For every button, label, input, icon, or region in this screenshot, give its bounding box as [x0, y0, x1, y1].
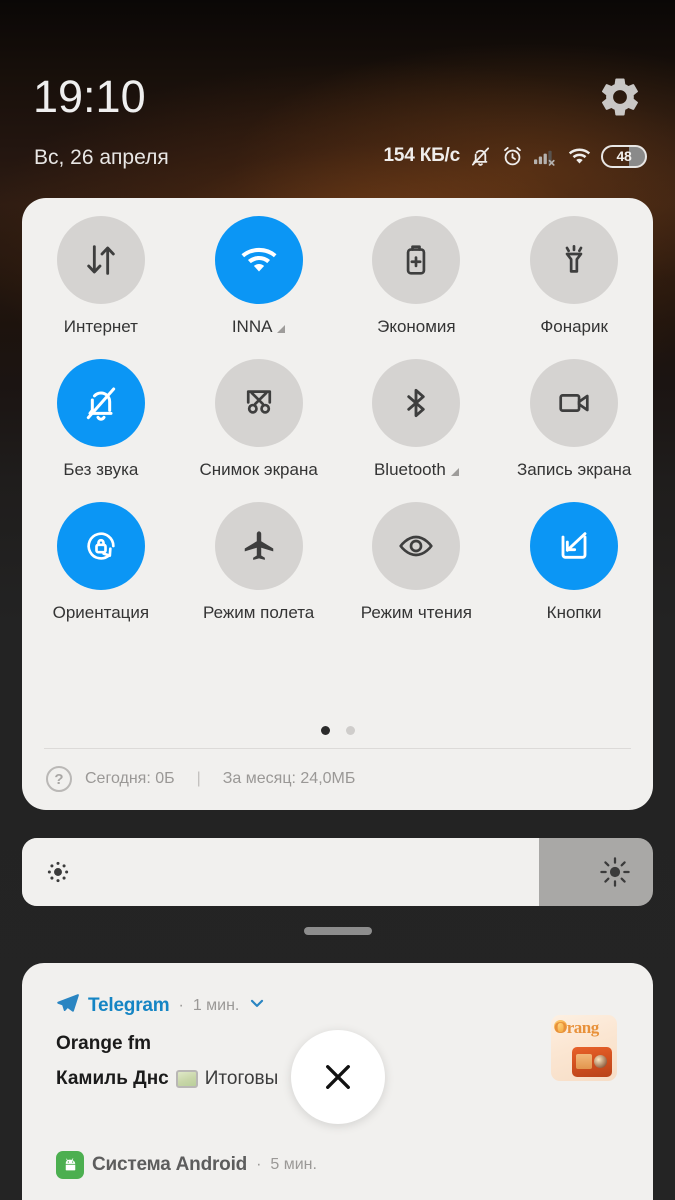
notification-header: Telegram · 1 мин.: [56, 991, 267, 1020]
qs-tile-label: Ориентация: [52, 603, 150, 622]
wifi-icon: [567, 144, 592, 169]
image-icon: [175, 1070, 198, 1088]
qs-tile-label: Режим чтения: [360, 603, 472, 622]
clock-date: Вс, 26 апреля: [34, 146, 169, 169]
qs-tile-label: Запись экрана: [516, 460, 632, 479]
qs-tile-label-wrapper: INNA: [232, 317, 286, 337]
bell-muted-icon: [56, 359, 145, 447]
qs-tile-airplane[interactable]: Режим полета: [180, 502, 338, 623]
data-usage-month: За месяц: 24,0МБ: [222, 770, 356, 787]
notification-body: Камиль Днс Итоговы: [56, 1068, 278, 1090]
clock-time: 19:10: [33, 71, 146, 122]
data-usage-separator: |: [196, 770, 201, 787]
notification-time: 5 мин.: [270, 1156, 317, 1173]
page-dot-2[interactable]: [345, 726, 355, 735]
chevron-down-icon[interactable]: [247, 993, 267, 1018]
qs-tile-wifi[interactable]: INNA: [180, 216, 338, 337]
notification-app-name: Telegram: [88, 994, 170, 1016]
radio-illustration: [572, 1047, 612, 1077]
notification-time: 1 мин.: [192, 996, 240, 1014]
notification-separator: ·: [256, 1156, 262, 1173]
thumbnail-text: Orang: [554, 1018, 599, 1037]
qs-tile-label: Фонарик: [540, 317, 608, 336]
qs-tile-label: Кнопки: [546, 603, 602, 622]
close-icon: [325, 1065, 350, 1089]
qs-tile-bluetooth[interactable]: Bluetooth: [338, 359, 496, 480]
notification-header: Система Android · 5 мин.: [56, 1151, 317, 1179]
quick-settings-tiles: Интернет INNA Экономия Фонарик Без звука…: [22, 216, 653, 623]
notification-sender: Камиль Днс: [56, 1068, 169, 1089]
qs-tile-flashlight[interactable]: Фонарик: [495, 216, 653, 337]
orange-fm-thumbnail: Orang: [551, 1015, 617, 1081]
battery-icon: 48: [601, 144, 647, 168]
page-dot-1[interactable]: [320, 726, 330, 735]
drag-handle[interactable]: [303, 927, 372, 935]
notification-android-system[interactable]: Система Android · 5 мин.: [22, 1123, 653, 1200]
qs-tile-label: INNA: [231, 317, 273, 336]
status-header: 19:10 Вс, 26 апреля 154 КБ/с 48: [0, 0, 675, 195]
battery-level-text: 48: [616, 148, 632, 164]
qs-tile-reading-mode[interactable]: Режим чтения: [338, 502, 496, 623]
alarm-clock-icon: [501, 145, 524, 168]
qs-tile-label: Bluetooth: [373, 460, 446, 479]
notification-body-text: Итоговы: [204, 1068, 279, 1089]
qs-tile-orientation[interactable]: Ориентация: [22, 502, 180, 623]
eye-icon: [372, 502, 461, 590]
telegram-icon: [56, 991, 80, 1020]
quick-settings-panel: Интернет INNA Экономия Фонарик Без звука…: [22, 198, 653, 810]
data-transfer-icon: [56, 216, 145, 304]
help-icon[interactable]: ?: [46, 766, 72, 792]
qs-tile-label: Без звука: [63, 460, 139, 479]
airplane-icon: [214, 502, 303, 590]
qs-tile-internet[interactable]: Интернет: [22, 216, 180, 337]
rotation-lock-icon: [56, 502, 145, 590]
status-icons: 154 КБ/с 48: [384, 143, 647, 169]
buttons-icon: [530, 502, 619, 590]
qs-tile-label: Интернет: [63, 317, 138, 336]
qs-tile-label: Снимок экрана: [199, 460, 318, 479]
network-speed-text: 154 КБ/с: [383, 145, 461, 166]
chevron-corner-icon: [450, 468, 459, 476]
flashlight-icon: [530, 216, 619, 304]
notification-title: Orange fm: [56, 1033, 152, 1054]
qs-tile-label: Экономия: [377, 317, 456, 336]
notification-app-name: Система Android: [92, 1154, 248, 1175]
notification-separator: ·: [178, 996, 184, 1014]
divider: [44, 748, 631, 749]
brightness-high-icon: [599, 838, 631, 906]
qs-tile-battery-saver[interactable]: Экономия: [338, 216, 496, 337]
page-indicator: [22, 726, 653, 735]
battery-saver-icon: [372, 216, 461, 304]
brightness-slider[interactable]: [22, 838, 653, 906]
screenshot-icon: [214, 359, 303, 447]
signal-no-service-icon: [533, 145, 558, 168]
wifi-icon: [214, 216, 303, 304]
close-button[interactable]: [290, 1030, 385, 1124]
brightness-slider-fill: [22, 838, 540, 906]
android-icon: [56, 1151, 84, 1179]
data-usage-today: Сегодня: 0Б: [85, 770, 175, 787]
qs-tile-buttons[interactable]: Кнопки: [495, 502, 653, 623]
qs-tile-screenshot[interactable]: Снимок экрана: [180, 359, 338, 480]
bluetooth-icon: [372, 359, 461, 447]
qs-tile-screen-record[interactable]: Запись экрана: [495, 359, 653, 480]
brightness-low-icon: [44, 838, 72, 906]
screen-record-icon: [530, 359, 619, 447]
gear-icon[interactable]: [597, 74, 643, 120]
bell-muted-icon: [469, 145, 492, 168]
chevron-corner-icon: [277, 325, 286, 333]
qs-tile-label: Режим полета: [202, 603, 315, 622]
data-usage-row[interactable]: ? Сегодня: 0Б | За месяц: 24,0МБ: [46, 766, 355, 792]
qs-tile-label-wrapper: Bluetooth: [374, 460, 459, 480]
qs-tile-silent[interactable]: Без звука: [22, 359, 180, 480]
